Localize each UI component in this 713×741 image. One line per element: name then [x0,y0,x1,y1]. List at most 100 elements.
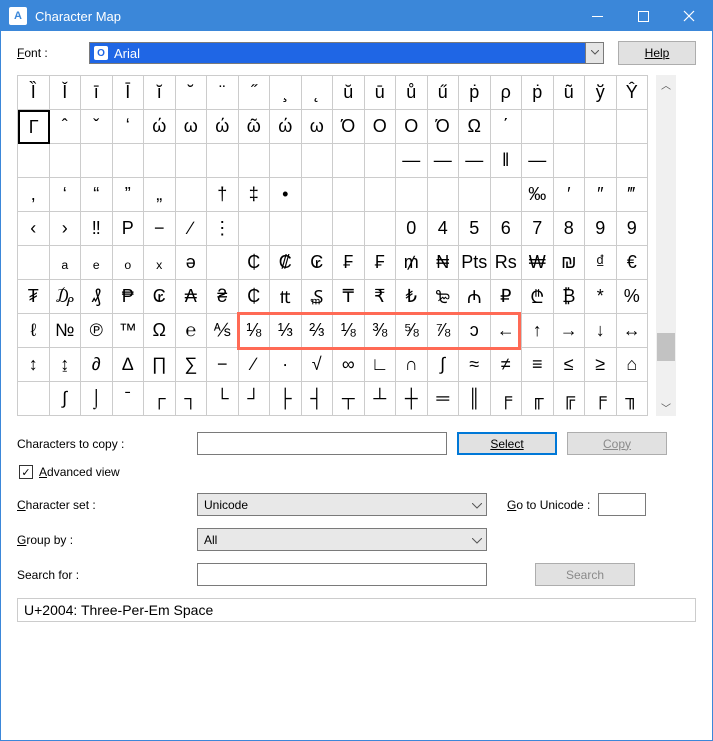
character-cell[interactable]: ℮ [176,314,208,348]
character-cell[interactable]: Ŷ [617,76,649,110]
character-cell[interactable]: Pts [459,246,491,280]
character-cell[interactable]: ű [428,76,460,110]
character-cell[interactable]: Ό [333,110,365,144]
character-cell[interactable]: − [207,348,239,382]
character-cell[interactable]: ₺ [396,280,428,314]
character-cell[interactable]: ₻ [428,280,460,314]
character-cell[interactable] [176,178,208,212]
copy-button[interactable]: Copy [567,432,667,455]
character-cell[interactable] [18,144,50,178]
character-cell[interactable]: 8 [554,212,586,246]
character-cell[interactable]: ώ [144,110,176,144]
character-cell[interactable]: ₵ [239,280,271,314]
character-cell[interactable]: ₫ [585,246,617,280]
character-cell[interactable]: ╔ [554,382,586,416]
character-cell[interactable]: ₩ [522,246,554,280]
character-cell[interactable]: 5 [459,212,491,246]
character-cell[interactable] [207,246,239,280]
character-cell[interactable]: ‴ [617,178,649,212]
character-cell[interactable]: ⅛ [333,314,365,348]
character-cell[interactable]: ₿ [554,280,586,314]
character-cell[interactable]: ― [459,144,491,178]
character-cell[interactable]: ∫ [428,348,460,382]
character-cell[interactable]: ‡ [239,178,271,212]
character-cell[interactable] [365,144,397,178]
character-cell[interactable] [113,144,145,178]
character-cell[interactable]: ⅓ [270,314,302,348]
character-cell[interactable] [270,212,302,246]
character-cell[interactable] [270,144,302,178]
character-cell[interactable]: ū [365,76,397,110]
goto-input[interactable] [598,493,646,516]
character-cell[interactable]: ˛ [302,76,334,110]
character-cell[interactable]: › [50,212,82,246]
charset-select[interactable]: Unicode [197,493,487,516]
character-cell[interactable] [459,178,491,212]
character-cell[interactable]: Ο [396,110,428,144]
character-cell[interactable]: ΄ [491,110,523,144]
character-cell[interactable] [81,144,113,178]
character-cell[interactable]: ≈ [459,348,491,382]
character-cell[interactable] [302,212,334,246]
character-cell[interactable]: ₥ [396,246,428,280]
character-cell[interactable]: Rs [491,246,523,280]
character-cell[interactable]: ₒ [113,246,145,280]
character-cell[interactable]: ¨ [207,76,239,110]
character-cell[interactable]: ┤ [302,382,334,416]
character-cell[interactable]: 4 [428,212,460,246]
character-cell[interactable]: ₽ [491,280,523,314]
character-cell[interactable]: ₪ [554,246,586,280]
character-cell[interactable]: ∑ [176,348,208,382]
scroll-down-icon[interactable]: ﹀ [656,398,676,416]
character-cell[interactable]: ┘ [239,382,271,416]
character-cell[interactable]: 7 [522,212,554,246]
character-cell[interactable]: ₑ [81,246,113,280]
character-cell[interactable]: ┴ [365,382,397,416]
character-cell[interactable]: ω [302,110,334,144]
minimize-button[interactable] [574,1,620,31]
maximize-button[interactable] [620,1,666,31]
character-cell[interactable] [428,178,460,212]
character-cell[interactable]: ╒ [585,382,617,416]
character-cell[interactable]: ↑ [522,314,554,348]
character-cell[interactable]: ← [491,314,523,348]
character-cell[interactable]: Ό [428,110,460,144]
character-cell[interactable]: ∆ [113,348,145,382]
character-cell[interactable]: ˘ [176,76,208,110]
character-cell[interactable]: ω [176,110,208,144]
character-cell[interactable] [491,178,523,212]
help-button[interactable]: Help [618,41,696,65]
character-cell[interactable] [333,144,365,178]
character-cell[interactable] [365,212,397,246]
character-cell[interactable]: ₳ [176,280,208,314]
character-cell[interactable]: ═ [428,382,460,416]
character-cell[interactable]: ũ [554,76,586,110]
character-cell[interactable]: ‹ [18,212,50,246]
advanced-view-checkbox[interactable]: ✓ Advanced view [19,465,696,479]
character-cell[interactable]: ⅝ [396,314,428,348]
character-cell[interactable]: ˝ [239,76,271,110]
character-cell[interactable]: ↕ [18,348,50,382]
character-cell[interactable]: 0 [396,212,428,246]
character-cell[interactable]: ╒ [491,382,523,416]
character-cell[interactable]: ⌡ [81,382,113,416]
character-cell[interactable] [365,178,397,212]
character-cell[interactable]: ┬ [333,382,365,416]
character-cell[interactable]: ⅞ [428,314,460,348]
character-cell[interactable]: Γ [18,110,50,144]
character-cell[interactable]: Ω [459,110,491,144]
character-cell[interactable] [176,144,208,178]
character-cell[interactable]: ῶ [239,110,271,144]
character-cell[interactable]: ™ [113,314,145,348]
character-cell[interactable]: 9 [617,212,649,246]
character-cell[interactable]: 9 [585,212,617,246]
character-cell[interactable]: ― [522,144,554,178]
character-cell[interactable]: ⌂ [617,348,649,382]
character-cell[interactable] [18,382,50,416]
character-cell[interactable]: ī [81,76,113,110]
character-cell[interactable]: Ī [113,76,145,110]
character-cell[interactable]: ˉ [113,382,145,416]
close-button[interactable] [666,1,712,31]
character-cell[interactable]: ₱ [113,280,145,314]
character-cell[interactable]: ≥ [585,348,617,382]
